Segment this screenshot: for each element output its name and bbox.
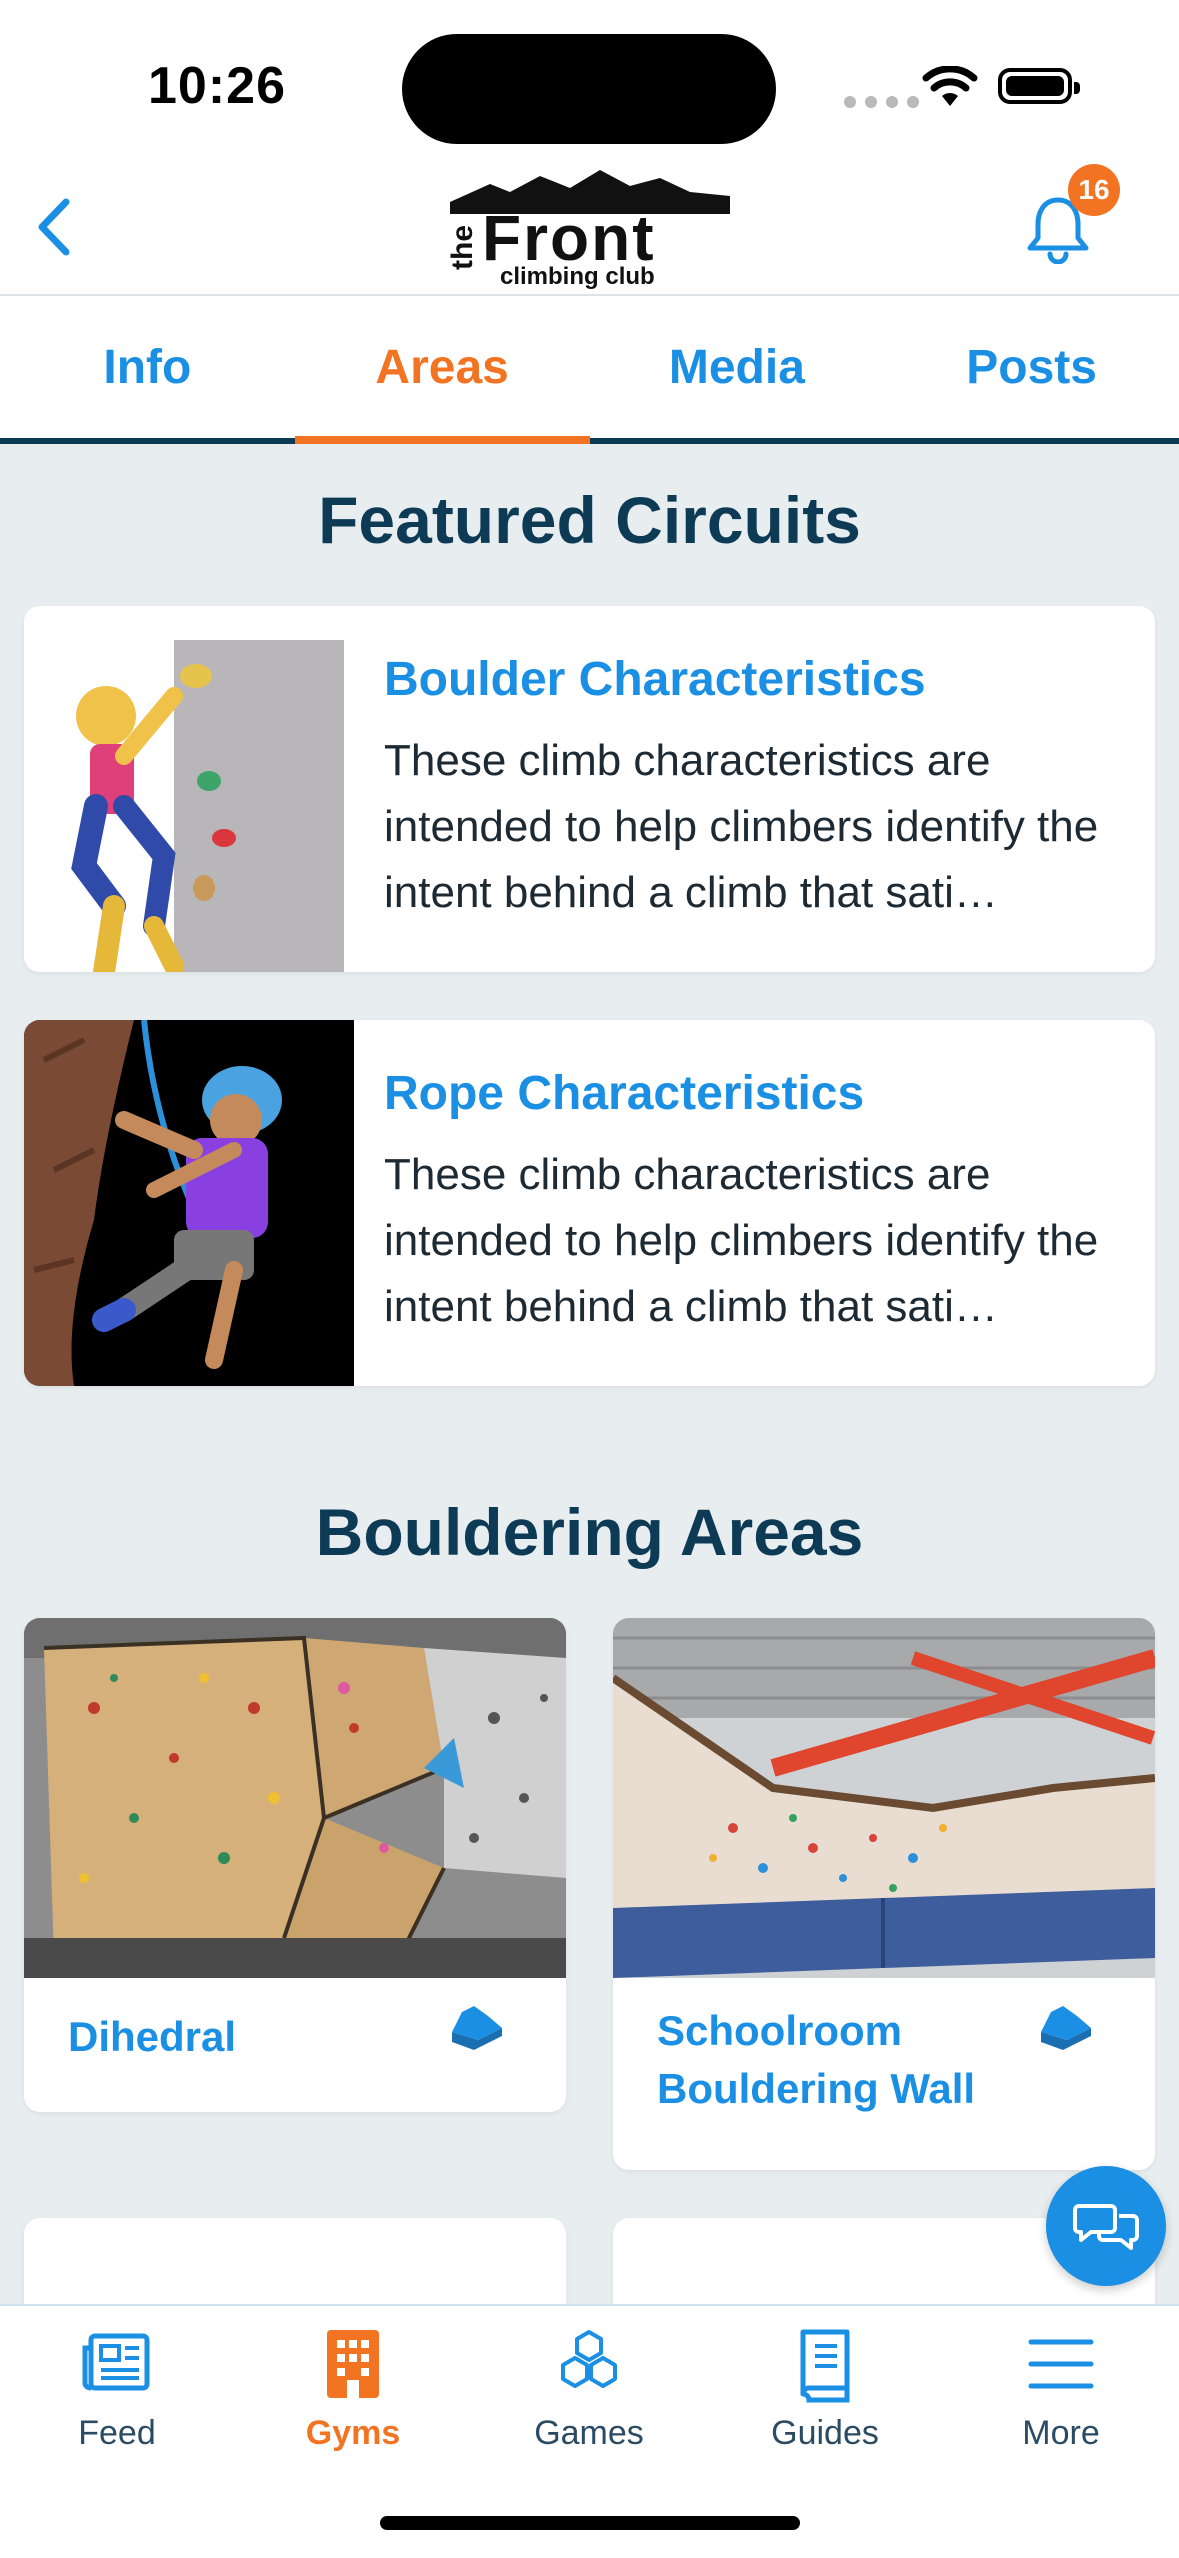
tab-media[interactable]: Media [590, 296, 885, 438]
nav-feed[interactable]: Feed [17, 2324, 217, 2453]
tab-posts[interactable]: Posts [884, 296, 1179, 438]
status-bar: 10:26 [0, 0, 1179, 160]
menu-icon [1028, 2339, 1094, 2389]
circuit-title: Boulder Characteristics [384, 653, 926, 706]
building-icon [327, 2330, 379, 2398]
hexagons-icon [561, 2330, 617, 2388]
app-header: the Front climbing club 16 [0, 160, 1179, 296]
bouldering-areas-heading: Bouldering Areas [315, 1495, 864, 1569]
tab-areas[interactable]: Areas [294, 296, 590, 444]
nav-label: Gyms [305, 2414, 401, 2452]
area-name: Dihedral [68, 2013, 237, 2060]
nav-label: Guides [771, 2414, 879, 2452]
nav-label: Games [534, 2414, 644, 2452]
rope-climber-thumbnail [24, 1020, 354, 1386]
logo-sub-text: climbing club [500, 263, 655, 290]
nav-more[interactable]: More [961, 2324, 1161, 2453]
area-name: Schoolroom Bouldering Wall [657, 2007, 976, 2112]
circuit-card-rope[interactable]: Rope Characteristics These climb charact… [24, 1020, 1155, 1386]
area-card-dihedral[interactable]: Dihedral [24, 1618, 566, 2112]
status-time: 10:26 [148, 57, 286, 115]
tab-info[interactable]: Info [0, 296, 295, 438]
gym-tabs: Info Areas Media Posts [0, 296, 1179, 444]
boulder-icon [452, 2006, 502, 2050]
circuit-description: These climb characteristics are intended… [384, 1150, 1099, 1331]
cellular-signal-icon [844, 96, 919, 108]
boulder-icon [1041, 2006, 1091, 2050]
gym-logo: the Front climbing club [446, 170, 730, 290]
chat-button[interactable] [1046, 2166, 1166, 2286]
nav-gyms[interactable]: Gyms [253, 2324, 453, 2453]
nav-label: More [1022, 2414, 1100, 2452]
notification-badge: 16 [1068, 164, 1120, 216]
area-card-schoolroom[interactable]: Schoolroom Bouldering Wall [613, 1618, 1155, 2170]
book-icon [800, 2329, 850, 2403]
nav-guides[interactable]: Guides [725, 2324, 925, 2453]
dynamic-island [402, 34, 776, 144]
nav-games[interactable]: Games [489, 2324, 689, 2453]
logo-top-text: the [446, 225, 479, 270]
back-chevron-icon[interactable] [22, 192, 92, 262]
newspaper-icon [82, 2333, 150, 2391]
chat-bubbles-icon [1073, 2204, 1139, 2250]
nav-label: Feed [78, 2414, 156, 2452]
boulder-climber-thumbnail [24, 606, 354, 972]
schoolroom-wall-photo [613, 1618, 1155, 1978]
home-indicator [380, 2516, 800, 2530]
circuit-description: These climb characteristics are intended… [384, 736, 1099, 917]
featured-circuits-heading: Featured Circuits [318, 483, 861, 557]
circuit-card-boulder[interactable]: Boulder Characteristics These climb char… [24, 606, 1155, 972]
circuit-title: Rope Characteristics [384, 1067, 865, 1120]
wifi-icon [922, 66, 978, 106]
battery-icon [998, 68, 1080, 104]
dihedral-wall-photo [24, 1618, 566, 1978]
